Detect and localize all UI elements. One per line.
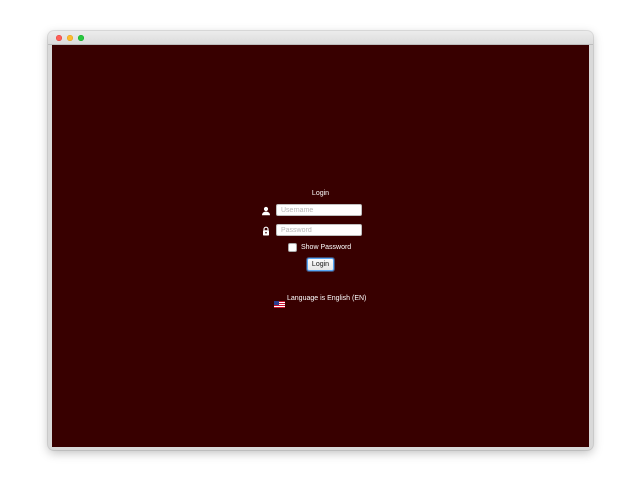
us-flag-icon <box>274 295 285 308</box>
lock-icon <box>261 223 271 236</box>
language-label[interactable]: Language is English (EN) <box>287 295 366 302</box>
username-input[interactable] <box>276 204 362 216</box>
show-password-checkbox[interactable] <box>288 243 297 252</box>
show-password-label[interactable]: Show Password <box>301 243 351 252</box>
app-window: Login Show Password Login <box>48 31 593 450</box>
window-titlebar[interactable] <box>48 31 593 45</box>
zoom-window-button[interactable] <box>78 35 84 41</box>
login-screen: Login Show Password Login <box>52 45 589 447</box>
password-input[interactable] <box>276 224 362 236</box>
minimize-window-button[interactable] <box>67 35 73 41</box>
login-title: Login <box>311 190 330 197</box>
language-selector[interactable]: Language is English (EN) <box>274 293 366 308</box>
login-button[interactable]: Login <box>307 258 334 271</box>
close-window-button[interactable] <box>56 35 62 41</box>
user-icon <box>261 203 271 216</box>
